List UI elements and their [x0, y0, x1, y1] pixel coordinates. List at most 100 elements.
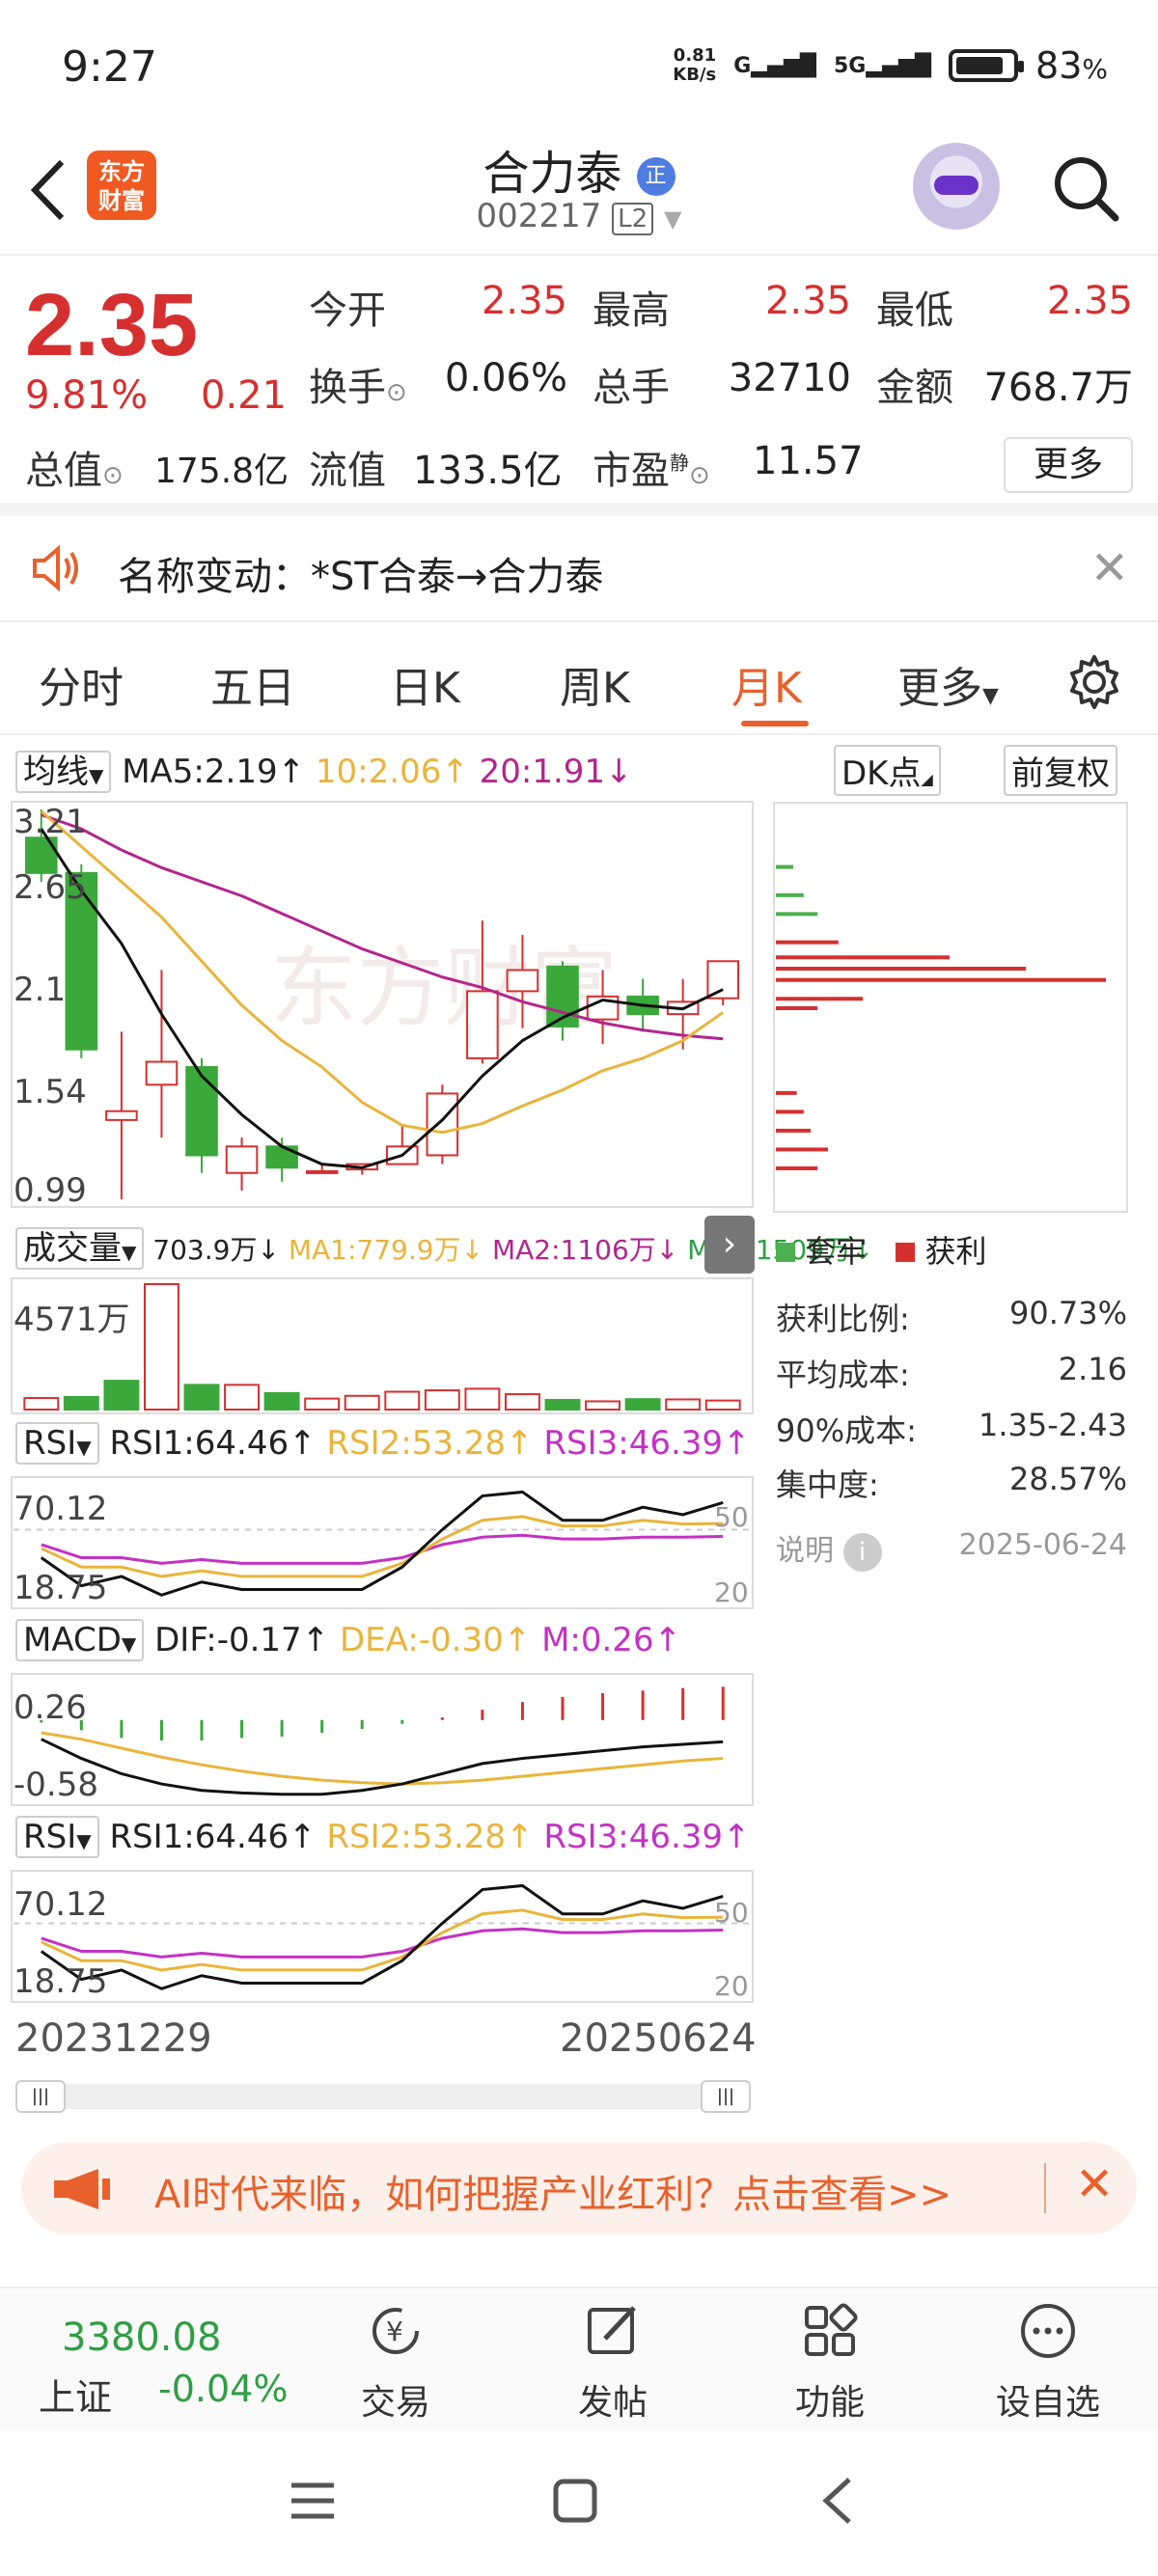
- ma20-value: 20:1.91↓: [479, 753, 633, 791]
- quote-panel: 2.35 9.81% 0.21 今开 2.35 最高 2.35 最低 2.35 …: [0, 256, 1158, 516]
- start-date: 20231229: [15, 2016, 212, 2061]
- chip-bar: [776, 1128, 811, 1133]
- status-icons: 0.81 KB/s G▂▄▆█ 5G▂▄▆█ 83%: [673, 44, 1108, 87]
- chip-stat-label: 集中度:: [776, 1466, 879, 1503]
- active-tab-indicator: [741, 721, 809, 726]
- menu-icon[interactable]: [290, 2480, 336, 2522]
- tab-five-day[interactable]: 五日: [210, 653, 295, 715]
- price-change: 0.21: [201, 373, 288, 418]
- back-button[interactable]: [27, 156, 69, 239]
- stock-code[interactable]: 002217 L2 ▼: [386, 197, 772, 235]
- trade-button[interactable]: ¥ 交易: [318, 2288, 473, 2425]
- battery-percent: 83%: [1035, 44, 1108, 87]
- dea-line: [41, 1731, 724, 1786]
- volume-bar: [344, 1394, 380, 1411]
- rsi2-value: RSI2:53.28↑: [326, 1424, 534, 1463]
- volume-bar: [704, 1399, 741, 1411]
- low-value: 2.35: [1046, 279, 1133, 323]
- tab-daily-k[interactable]: 日K: [390, 653, 460, 715]
- functions-button[interactable]: 功能: [753, 2288, 907, 2425]
- tab-monthly-k[interactable]: 月K: [731, 653, 802, 715]
- chip-bar: [776, 967, 1027, 971]
- chip-stat-label: 获利比例:: [776, 1301, 910, 1337]
- rsi-indicator-row: RSI▼ RSI1:64.46↑ RSI2:53.28↑ RSI3:46.39↑: [15, 1422, 751, 1465]
- rsi3-line: [41, 1533, 724, 1565]
- volume-bar: [183, 1384, 220, 1411]
- rsi-pane-2: [11, 1870, 754, 2003]
- signal-5g-icon: 5G▂▄▆█: [833, 53, 932, 78]
- k-line-chart[interactable]: 东方财富: [0, 796, 772, 2050]
- net-speed: 0.81 KB/s: [673, 45, 717, 85]
- index-name: 上证: [39, 2376, 113, 2419]
- more-quote-button[interactable]: 更多: [1004, 437, 1133, 493]
- amount-value: 768.7万: [983, 366, 1133, 410]
- home-square-icon[interactable]: [552, 2478, 598, 2524]
- rsi-20-label-2: 20: [714, 1970, 749, 2002]
- open-value: 2.35: [481, 279, 567, 323]
- bottom-toolbar: 3380.08 上证 -0.04% ¥ 交易 发帖 功能 设自选: [0, 2287, 1158, 2431]
- tab-more[interactable]: 更多▼: [897, 653, 999, 715]
- range-handle-right[interactable]: |||: [701, 2080, 751, 2113]
- post-button[interactable]: 发帖: [536, 2288, 690, 2425]
- candle-body: [706, 960, 740, 1000]
- index-value[interactable]: 3380.08: [62, 2316, 221, 2360]
- adjust-selector[interactable]: 前复权: [1004, 745, 1117, 796]
- back-nav-icon[interactable]: [820, 2476, 855, 2526]
- rsi-selector-2[interactable]: RSI▼: [15, 1816, 99, 1858]
- status-time: 9:27: [62, 42, 157, 92]
- volume-bar: [224, 1384, 261, 1411]
- volume-bar: [624, 1398, 661, 1411]
- rsi1-line: [40, 1883, 724, 1990]
- rsi1-value-2: RSI1:64.46↑: [109, 1818, 317, 1856]
- promo-text: AI时代来临，如何把握产业红利？点击查看>>: [154, 2173, 952, 2217]
- ai-assistant-avatar[interactable]: [913, 143, 1000, 230]
- rsi2-line: [41, 1515, 724, 1578]
- volume-bar: [504, 1393, 540, 1411]
- rsi-selector[interactable]: RSI▼: [15, 1422, 99, 1465]
- chip-stat-value: 28.57%: [1008, 1461, 1127, 1497]
- turnover-value: 0.06%: [444, 356, 567, 400]
- chip-bar: [776, 997, 863, 1001]
- add-watchlist-button[interactable]: 设自选: [971, 2288, 1125, 2425]
- chip-bar: [776, 1090, 797, 1095]
- grid-icon: [805, 2303, 858, 2356]
- pe-value: 11.57: [753, 439, 864, 483]
- macd-selector[interactable]: MACD▼: [15, 1619, 145, 1661]
- banner-close-icon[interactable]: ✕: [1075, 2157, 1114, 2211]
- rsi-pane: [11, 1476, 754, 1609]
- candle-body: [145, 1060, 179, 1086]
- promo-banner[interactable]: AI时代来临，如何把握产业红利？点击查看>> ✕: [21, 2142, 1137, 2234]
- candle-body: [185, 1066, 218, 1157]
- chip-bar: [776, 912, 818, 917]
- ma10-value: 10:2.06↑: [315, 753, 469, 791]
- range-handle-left[interactable]: |||: [15, 2080, 66, 2113]
- float-value: 133.5亿: [413, 449, 563, 493]
- volume-bar: [304, 1397, 341, 1411]
- tab-weekly-k[interactable]: 周K: [560, 653, 630, 715]
- range-scrollbar[interactable]: ||| |||: [15, 2080, 751, 2113]
- volume-bar: [585, 1400, 621, 1411]
- volume-selector[interactable]: 成交量▼: [15, 1227, 145, 1270]
- expand-chart-button[interactable]: ›: [704, 1216, 755, 1274]
- settings-gear-icon[interactable]: [1065, 653, 1123, 711]
- ma-selector[interactable]: 均线▼: [15, 751, 112, 793]
- chip-bar: [776, 1006, 818, 1010]
- chip-stat-label: 平均成本:: [776, 1357, 910, 1393]
- chip-note-button[interactable]: 说明 i: [776, 1526, 882, 1572]
- volume-bar: [63, 1395, 99, 1411]
- y-tick-label: 3.21: [14, 803, 87, 841]
- rsi3-value-2: RSI3:46.39↑: [543, 1818, 751, 1856]
- rsi1-value: RSI1:64.46↑: [109, 1424, 317, 1463]
- rsi-bottom-label: 18.75: [14, 1569, 108, 1607]
- app-logo[interactable]: 东方 财富: [87, 151, 156, 220]
- signal-g-icon: G▂▄▆█: [733, 53, 816, 78]
- more-dots-icon: [1021, 2304, 1075, 2358]
- macd-m-value: M:0.26↑: [541, 1621, 682, 1659]
- chip-bar: [776, 940, 839, 945]
- search-button[interactable]: [1052, 154, 1119, 222]
- close-icon[interactable]: ✕: [1090, 541, 1129, 595]
- dk-point-selector[interactable]: DK点◢: [834, 745, 941, 796]
- notice-bar[interactable]: 名称变动：*ST合泰→合力泰 ✕: [0, 516, 1158, 622]
- tab-intraday[interactable]: 分时: [39, 653, 124, 715]
- status-bar: 9:27 0.81 KB/s G▂▄▆█ 5G▂▄▆█ 83%: [0, 0, 1158, 135]
